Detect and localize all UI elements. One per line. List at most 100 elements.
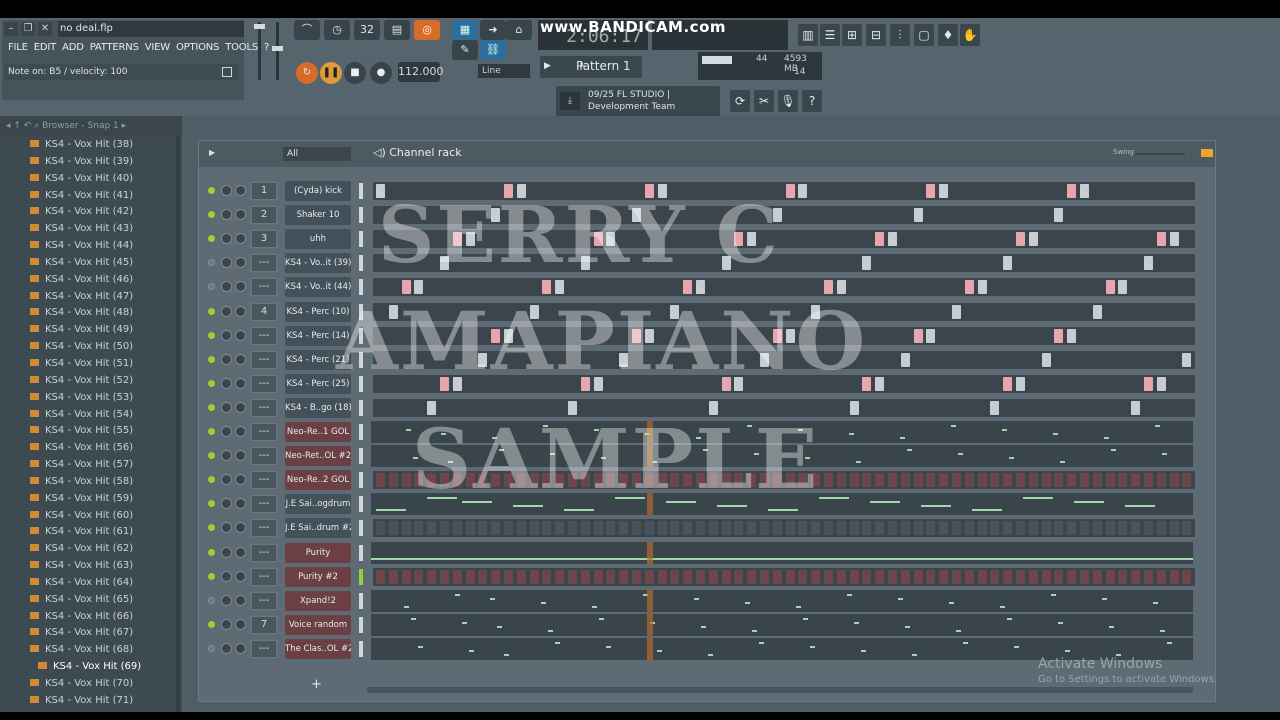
step-button[interactable] <box>542 521 552 536</box>
step-button[interactable] <box>926 569 936 584</box>
step-button[interactable] <box>1105 208 1115 223</box>
step-button[interactable] <box>440 208 449 223</box>
step-button[interactable] <box>632 208 641 223</box>
step-button[interactable] <box>1182 304 1192 319</box>
step-button[interactable] <box>849 280 859 295</box>
step-button[interactable] <box>568 256 577 271</box>
step-button[interactable] <box>529 569 539 584</box>
channel-rack-icon[interactable]: ☰ <box>820 24 840 46</box>
step-button[interactable] <box>1028 352 1038 367</box>
step-button[interactable] <box>452 473 462 488</box>
pause-icon[interactable]: ❚❚ <box>320 62 342 84</box>
step-button[interactable] <box>465 280 475 295</box>
step-button[interactable] <box>644 256 654 271</box>
step-button[interactable] <box>1105 352 1115 367</box>
step-button[interactable] <box>1041 473 1051 488</box>
step-button[interactable] <box>708 208 718 223</box>
step-button[interactable] <box>1182 400 1192 415</box>
step-button[interactable] <box>888 184 897 198</box>
mini-piano-roll[interactable] <box>371 589 1193 612</box>
channel-name-button[interactable]: Neo-Re..1 GOL <box>285 422 351 442</box>
step-button[interactable] <box>440 328 449 343</box>
step-sequencer[interactable] <box>373 254 1195 273</box>
channel-name-button[interactable]: KS4 - Vo..it (44) <box>285 277 351 298</box>
step-button[interactable] <box>721 256 731 271</box>
step-button[interactable] <box>1131 328 1141 343</box>
step-button[interactable] <box>568 280 577 295</box>
step-button[interactable] <box>504 208 513 223</box>
step-button[interactable] <box>414 521 424 536</box>
step-button[interactable] <box>721 400 731 415</box>
mixer-track-number[interactable]: 3 <box>251 230 277 249</box>
pan-knob[interactable] <box>221 426 232 437</box>
step-button[interactable] <box>721 280 731 295</box>
step-button[interactable] <box>542 280 552 295</box>
channel-mute-led[interactable] <box>208 452 215 460</box>
mini-piano-roll[interactable] <box>371 421 1193 443</box>
step-button[interactable] <box>632 473 641 488</box>
step-button[interactable] <box>913 569 923 584</box>
browser-item[interactable]: KS4 - Vox Hit (45) <box>30 254 141 271</box>
step-button[interactable] <box>1118 328 1128 343</box>
step-button[interactable] <box>926 473 936 488</box>
step-button[interactable] <box>491 208 501 223</box>
step-button[interactable] <box>478 232 488 247</box>
step-button[interactable] <box>734 328 744 343</box>
pan-knob[interactable] <box>221 401 232 413</box>
step-button[interactable] <box>1080 328 1089 343</box>
step-button[interactable] <box>785 473 795 488</box>
step-button[interactable] <box>888 400 897 415</box>
step-button[interactable] <box>785 376 795 391</box>
mini-piano-roll[interactable] <box>371 613 1193 636</box>
step-button[interactable] <box>465 521 475 536</box>
tools-icon[interactable]: ✂ <box>754 90 774 112</box>
step-button[interactable] <box>376 352 385 367</box>
step-button[interactable] <box>836 569 846 584</box>
step-button[interactable] <box>913 521 923 536</box>
channel-mute-led[interactable] <box>208 524 215 532</box>
step-button[interactable] <box>1003 400 1013 415</box>
step-button[interactable] <box>900 280 910 295</box>
step-button[interactable] <box>465 473 475 488</box>
browser-item[interactable]: KS4 - Vox Hit (66) <box>30 608 141 625</box>
rack-menu-icon[interactable]: ▶ <box>209 148 215 157</box>
channel-select-bar[interactable] <box>359 424 363 440</box>
channel-select-bar[interactable] <box>359 616 363 633</box>
browser-item[interactable]: KS4 - Vox Hit (46) <box>30 271 141 288</box>
step-button[interactable] <box>670 208 680 223</box>
step-button[interactable] <box>606 256 616 271</box>
step-button[interactable] <box>1028 521 1038 536</box>
step-button[interactable] <box>632 376 641 391</box>
channel-select-bar[interactable] <box>359 568 363 585</box>
step-button[interactable] <box>1016 376 1025 391</box>
step-button[interactable] <box>606 304 616 319</box>
step-button[interactable] <box>1080 184 1089 198</box>
step-button[interactable] <box>593 184 603 198</box>
step-button[interactable] <box>606 569 616 584</box>
step-button[interactable] <box>414 328 424 343</box>
step-button[interactable] <box>1041 521 1051 536</box>
step-button[interactable] <box>478 376 488 391</box>
step-button[interactable] <box>772 569 782 584</box>
step-button[interactable] <box>964 521 974 536</box>
step-button[interactable] <box>939 328 949 343</box>
step-button[interactable] <box>414 280 424 295</box>
menu-file[interactable]: FILE <box>6 42 30 53</box>
step-button[interactable] <box>1054 280 1064 295</box>
step-button[interactable] <box>619 376 629 391</box>
step-button[interactable] <box>1041 376 1051 391</box>
piano-icon[interactable] <box>222 67 232 77</box>
step-button[interactable] <box>644 304 654 319</box>
browser-item[interactable]: KS4 - Vox Hit (53) <box>30 389 141 406</box>
step-button[interactable] <box>836 184 846 198</box>
step-button[interactable] <box>516 208 526 223</box>
step-button[interactable] <box>580 256 590 271</box>
step-button[interactable] <box>785 328 795 343</box>
step-button[interactable] <box>990 256 1000 271</box>
channel-select-bar[interactable] <box>359 448 363 465</box>
step-button[interactable] <box>824 256 833 271</box>
microphone-icon[interactable]: 🎙 <box>778 90 798 112</box>
step-button[interactable] <box>1054 376 1064 391</box>
step-button[interactable] <box>798 376 808 391</box>
step-button[interactable] <box>670 473 680 488</box>
